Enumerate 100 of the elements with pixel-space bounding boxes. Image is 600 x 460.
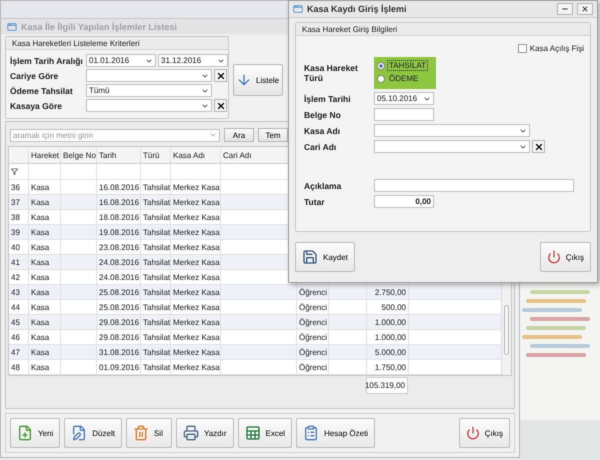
checkbox[interactable]: [518, 44, 527, 54]
date-field[interactable]: 05.10.2016: [374, 92, 434, 106]
table-cell: Kasa: [29, 360, 61, 374]
close-icon: [216, 100, 226, 110]
date-field[interactable]: 31.12.2016: [158, 54, 228, 67]
exit-button[interactable]: Çıkış: [458, 418, 510, 448]
search-button[interactable]: Ara: [224, 128, 254, 142]
clear-button[interactable]: [214, 99, 227, 112]
toolbar-button[interactable]: Yazdır: [176, 418, 234, 448]
column-header[interactable]: Tarih: [97, 147, 141, 163]
checkbox-label: Kasa Açılış Fişi: [530, 44, 584, 54]
list-button[interactable]: Listele: [233, 64, 283, 96]
table-cell: 1.000,00: [367, 315, 409, 329]
total-cell: 105.319,00: [366, 377, 408, 394]
dropdown-field[interactable]: [86, 69, 212, 82]
table-cell: Merkez Kasa: [171, 255, 221, 269]
field-label: Belge No: [304, 110, 342, 120]
table-cell: Merkez Kasa: [171, 195, 221, 209]
table-cell: Tahsilat: [141, 195, 171, 209]
table-cell: Tahsilat: [141, 285, 171, 299]
table-cell: Öğrenci: [297, 345, 329, 359]
field-label: Tutar: [304, 196, 326, 207]
table-cell: 23.08.2016: [97, 240, 141, 254]
toolbar-button[interactable]: Sil: [126, 418, 172, 448]
toolbar-button[interactable]: Yeni: [10, 418, 60, 448]
save-button[interactable]: Kaydet: [295, 242, 355, 272]
date-field[interactable]: 01.01.2016: [86, 54, 156, 67]
column-header[interactable]: Hareket: [29, 147, 61, 163]
toolbar-button[interactable]: Düzelt: [64, 418, 122, 448]
radio-label: TAHSİLAT: [387, 60, 428, 72]
close-icon: [581, 5, 589, 14]
toolbar-button[interactable]: Hesap Özeti: [296, 418, 376, 448]
arrow-down-icon: [236, 72, 252, 88]
row-number: 40: [9, 240, 29, 254]
table-cell: Tahsilat: [141, 240, 171, 254]
table-cell: Tahsilat: [141, 300, 171, 314]
input-field[interactable]: 0,00: [374, 195, 434, 208]
input-field[interactable]: [374, 108, 434, 122]
table-cell: Merkez Kasa: [171, 330, 221, 344]
clear-button[interactable]: [214, 69, 227, 82]
table-cell: 1.000,00: [367, 330, 409, 344]
close-button[interactable]: [577, 3, 593, 16]
table-cell: Merkez Kasa: [171, 240, 221, 254]
minimize-button[interactable]: [557, 3, 573, 16]
window-icon: [7, 22, 17, 32]
input-field[interactable]: [374, 179, 574, 192]
clear-button[interactable]: [532, 140, 545, 154]
table-cell: Kasa: [29, 345, 61, 359]
table-cell: Kasa: [29, 255, 61, 269]
row-number: 47: [9, 345, 29, 359]
window-icon: [293, 4, 303, 14]
dropdown-field[interactable]: [374, 140, 530, 154]
column-header[interactable]: Belge No: [61, 147, 97, 163]
dropdown-field[interactable]: Tümü: [86, 84, 212, 97]
dropdown-icon: [209, 131, 217, 139]
close-icon: [534, 142, 544, 152]
table-cell: 16.08.2016: [97, 195, 141, 209]
dropdown-field[interactable]: [86, 99, 212, 112]
table-cell: Merkez Kasa: [171, 300, 221, 314]
table-cell: Öğrenci: [297, 285, 329, 299]
row-number: 41: [9, 255, 29, 269]
table-cell: Merkez Kasa: [171, 225, 221, 239]
edit-file-icon: [71, 425, 88, 441]
field-label: İşlem Tarih Aralığı: [10, 56, 84, 66]
field-label: Açıklama: [304, 180, 342, 191]
table-cell: Tahsilat: [141, 270, 171, 284]
row-number: 39: [9, 225, 29, 239]
window-title: Kasa İle İlgili Yapılan İşlemler Listesi: [21, 22, 177, 32]
radio-button[interactable]: [377, 62, 385, 70]
row-number: 46: [9, 330, 29, 344]
table-cell: Tahsilat: [141, 360, 171, 374]
row-number: 48: [9, 360, 29, 374]
table-cell: Kasa: [29, 315, 61, 329]
field-label: Kasaya Göre: [10, 100, 63, 110]
table-cell: Kasa: [29, 300, 61, 314]
table-cell: Öğrenci: [297, 330, 329, 344]
row-number: 45: [9, 315, 29, 329]
dropdown-field[interactable]: [374, 124, 530, 138]
table-cell: Kasa: [29, 330, 61, 344]
table-cell: 1.750,00: [367, 360, 409, 374]
field-label: Kasa Adı: [304, 126, 342, 136]
table-cell: Merkez Kasa: [171, 360, 221, 374]
radio-button[interactable]: [377, 74, 385, 83]
table-cell: Kasa: [29, 240, 61, 254]
column-header[interactable]: Kasa Adı: [171, 147, 221, 163]
window-title: Kasa Kaydı Giriş İşlemi: [307, 4, 407, 14]
table-cell: Tahsilat: [141, 345, 171, 359]
table-cell: Öğrenci: [297, 300, 329, 314]
power-icon: [546, 250, 561, 264]
row-number: 42: [9, 270, 29, 284]
exit-button[interactable]: Çıkış: [540, 242, 591, 272]
new-file-icon: [17, 425, 33, 441]
column-header[interactable]: Türü: [141, 147, 171, 163]
toolbar-button[interactable]: Excel: [238, 418, 292, 448]
table-cell: Merkez Kasa: [171, 315, 221, 329]
search-button[interactable]: Tem: [258, 128, 288, 142]
table-cell: Öğrenci: [297, 315, 329, 329]
table-cell: 24.08.2016: [97, 255, 141, 269]
field-label: İşlem Tarihi: [304, 94, 352, 104]
table-cell: Kasa: [29, 210, 61, 224]
